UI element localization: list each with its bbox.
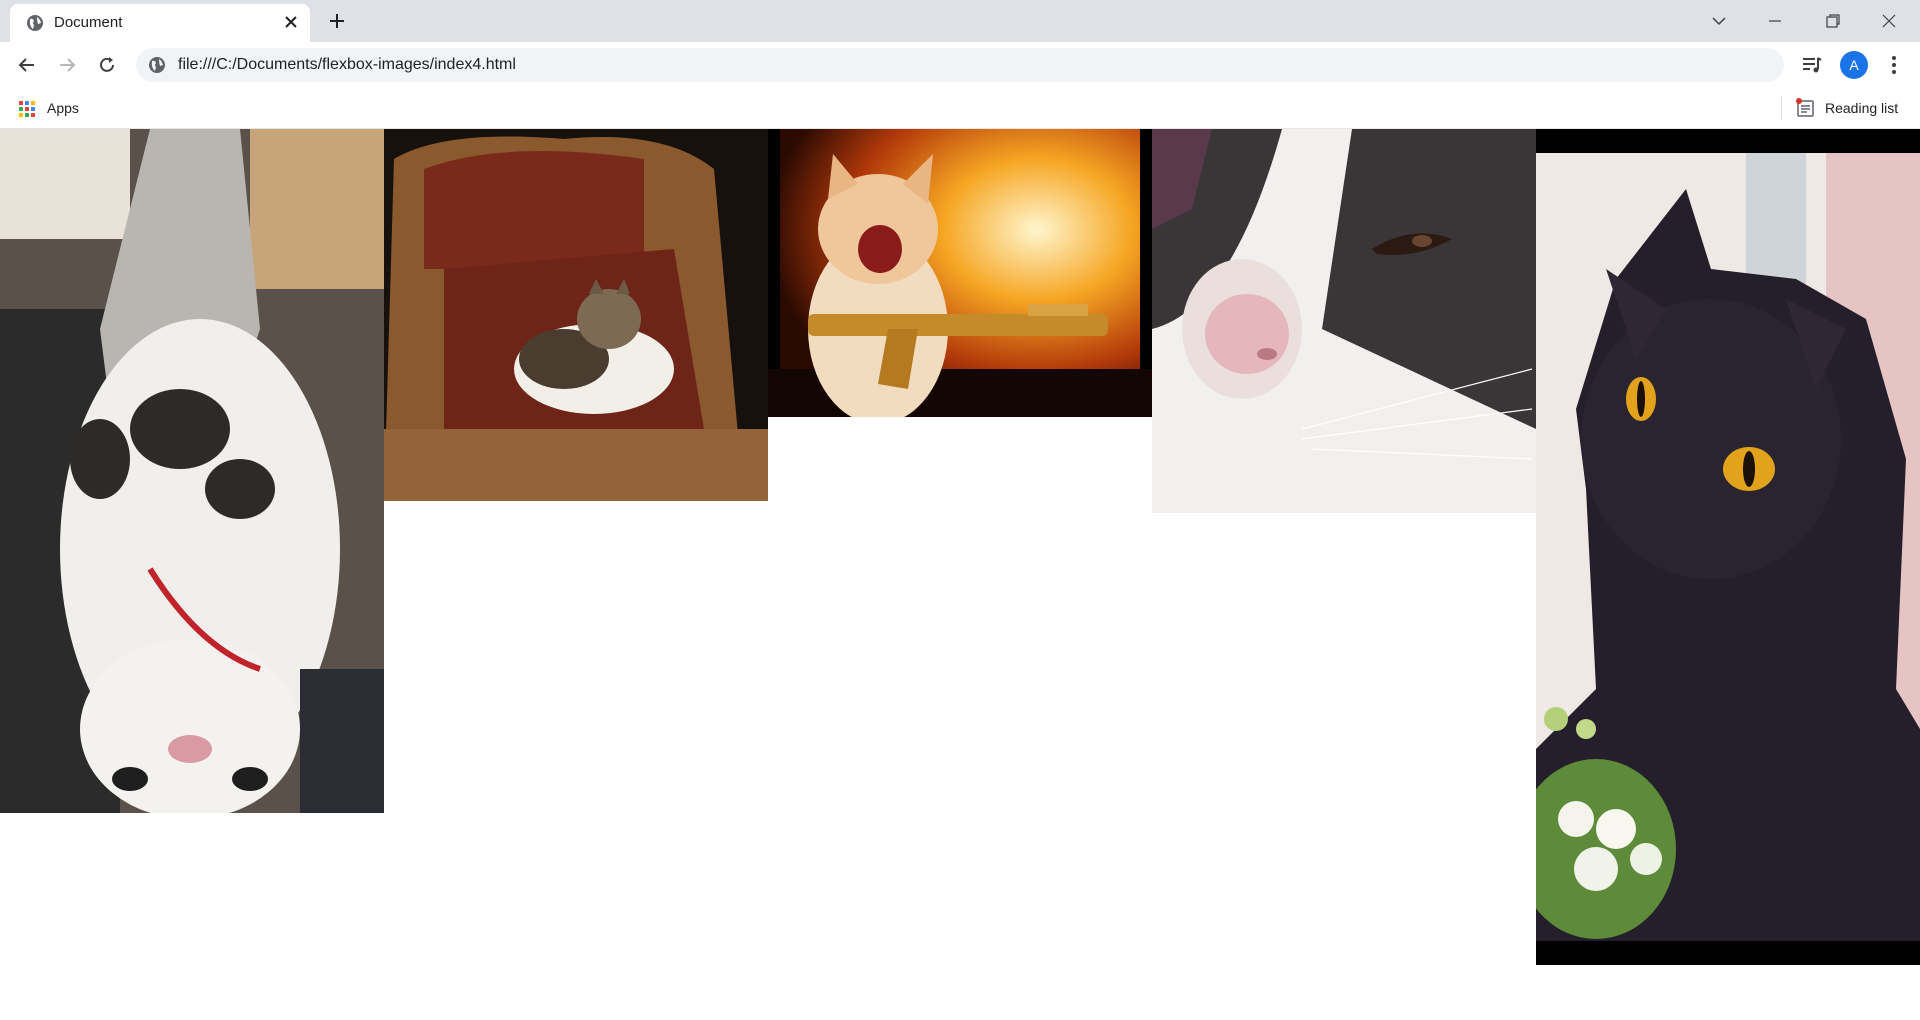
browser-toolbar: file:///C:/Documents/flexbox-images/inde… (0, 42, 1920, 88)
close-window-icon[interactable] (1866, 4, 1912, 38)
cat-image-1 (0, 129, 384, 813)
bookmarks-bar: Apps Reading list (0, 88, 1920, 128)
tab-title: Document (54, 14, 123, 31)
reload-icon (100, 57, 114, 72)
apps-grid-icon[interactable] (19, 101, 35, 117)
address-bar[interactable]: file:///C:/Documents/flexbox-images/inde… (136, 48, 1784, 82)
profile-avatar[interactable]: A (1840, 51, 1868, 79)
info-globe-icon[interactable] (148, 56, 166, 74)
minimize-icon[interactable] (1752, 4, 1798, 38)
plus-icon[interactable] (326, 10, 348, 32)
tab-strip: Document (0, 0, 1920, 42)
page-viewport (0, 128, 1920, 1020)
browser-tab[interactable]: Document (10, 4, 310, 42)
cat-image-4 (1152, 129, 1536, 513)
reading-list-button[interactable]: Reading list (1825, 100, 1898, 116)
more-vert-icon[interactable] (1884, 53, 1904, 77)
forward-button[interactable] (53, 51, 81, 79)
close-icon[interactable] (282, 13, 300, 31)
media-control-icon[interactable] (1800, 53, 1824, 77)
cat-image-3 (768, 129, 1152, 417)
reload-button[interactable] (93, 51, 121, 79)
arrow-left-icon (18, 58, 34, 72)
restore-icon[interactable] (1810, 4, 1856, 38)
reading-list-icon[interactable] (1796, 98, 1816, 118)
apps-bookmark[interactable]: Apps (47, 100, 79, 116)
bookmarks-divider (1781, 96, 1782, 120)
cat-image-2 (384, 129, 768, 501)
back-button[interactable] (13, 51, 41, 79)
chevron-down-icon[interactable] (1696, 4, 1742, 38)
cat-image-5 (1536, 129, 1920, 965)
arrow-right-icon (60, 58, 76, 72)
globe-icon (26, 14, 44, 32)
url-text[interactable]: file:///C:/Documents/flexbox-images/inde… (178, 56, 516, 74)
